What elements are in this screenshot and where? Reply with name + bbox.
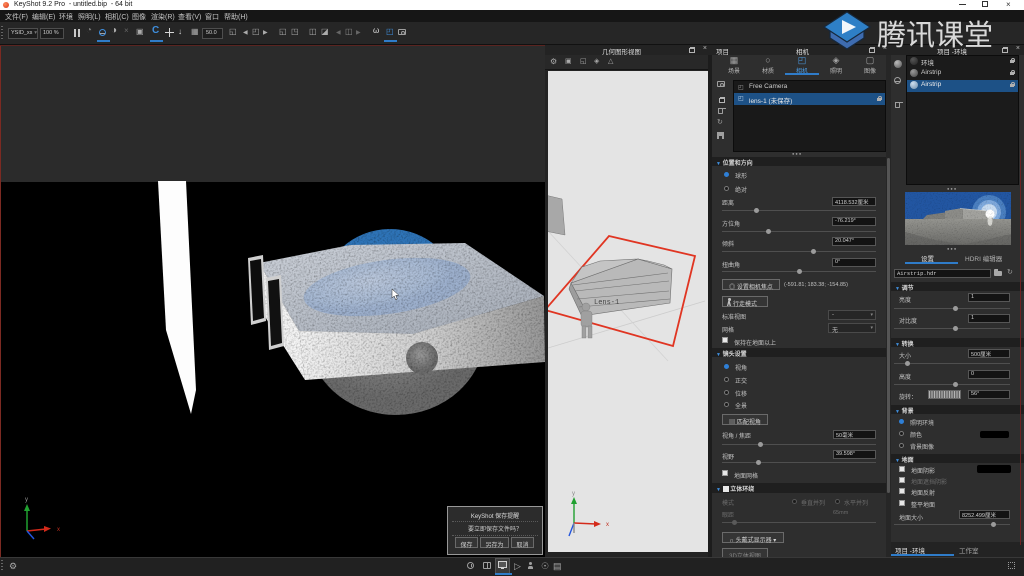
svg-text:Lens-1: Lens-1 bbox=[594, 299, 619, 307]
svg-text:y: y bbox=[572, 491, 575, 497]
svg-text:x: x bbox=[606, 522, 609, 528]
svg-text:x: x bbox=[57, 527, 60, 533]
svg-text:y: y bbox=[25, 497, 28, 503]
